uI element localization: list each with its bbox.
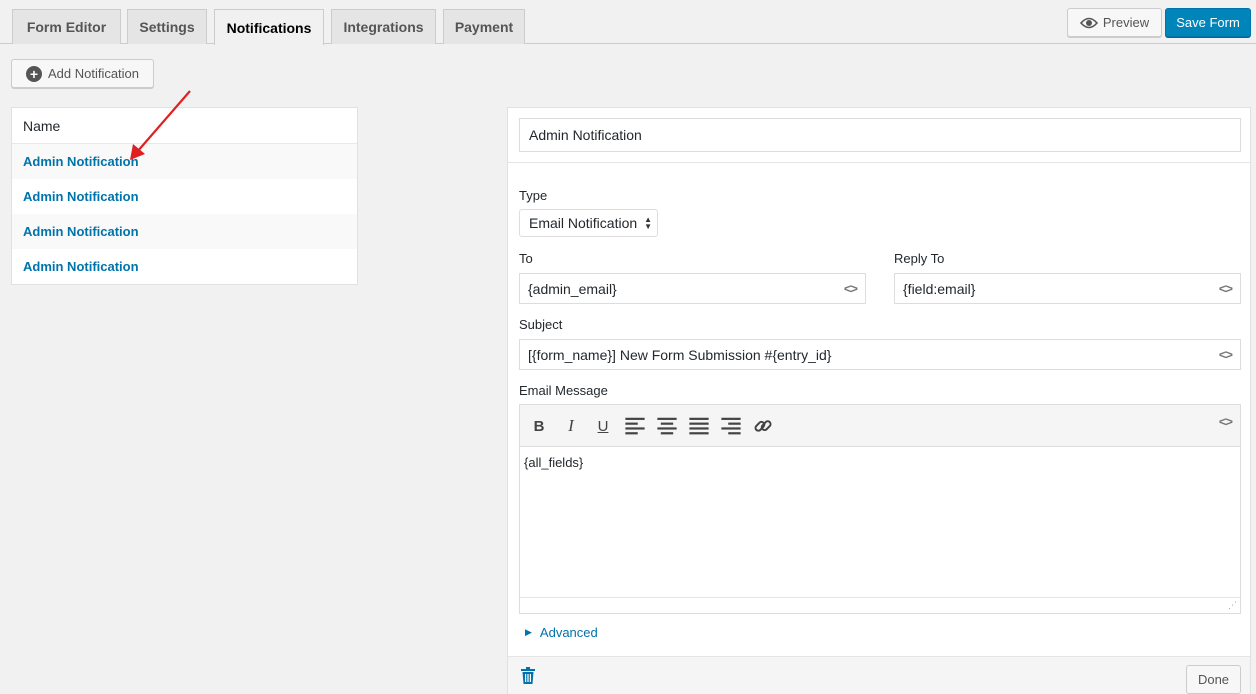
code-icon[interactable]: <>: [1219, 414, 1233, 429]
save-form-button[interactable]: Save Form: [1165, 8, 1251, 37]
tab-payment[interactable]: Payment: [443, 9, 525, 44]
email-message-editor[interactable]: B I U <> {all_fields} ⋰: [519, 404, 1241, 614]
to-label: To: [519, 251, 533, 266]
preview-label: Preview: [1102, 15, 1150, 30]
eye-icon: [1079, 17, 1098, 28]
to-value: {admin_email}: [528, 280, 617, 297]
reply-to-label: Reply To: [894, 251, 945, 266]
code-icon[interactable]: <>: [1219, 347, 1233, 362]
type-select-value: Email Notification: [529, 215, 638, 231]
code-icon[interactable]: <>: [844, 281, 858, 296]
align-right-icon[interactable]: [720, 416, 742, 436]
email-message-label: Email Message: [519, 383, 608, 398]
align-center-icon[interactable]: [656, 416, 678, 436]
notification-name-input[interactable]: Admin Notification: [519, 118, 1241, 152]
to-input[interactable]: {admin_email} <>: [519, 273, 866, 304]
subject-value: [{form_name}] New Form Submission #{entr…: [528, 346, 832, 363]
reply-to-value: {field:email}: [903, 280, 976, 297]
underline-icon[interactable]: U: [592, 416, 614, 436]
select-arrows-icon: ▲ ▼: [644, 215, 652, 231]
bold-icon[interactable]: B: [528, 416, 550, 436]
tab-settings[interactable]: Settings: [127, 9, 207, 44]
italic-icon[interactable]: I: [560, 416, 582, 436]
tab-integrations[interactable]: Integrations: [331, 9, 436, 44]
resize-grip-icon[interactable]: ⋰: [1228, 600, 1237, 611]
trash-icon[interactable]: [520, 667, 536, 685]
type-select[interactable]: Email Notification ▲ ▼: [519, 209, 658, 237]
advanced-label: Advanced: [539, 625, 598, 640]
editor-statusbar: ⋰: [520, 597, 1240, 613]
editor-toolbar: B I U <>: [520, 405, 1240, 447]
annotation-arrow-icon: [130, 90, 191, 160]
code-icon[interactable]: <>: [1219, 281, 1233, 296]
add-notification-label: Add Notification: [47, 66, 140, 81]
tab-notifications[interactable]: Notifications: [214, 9, 324, 45]
editor-footer: Done: [508, 656, 1250, 694]
align-left-icon[interactable]: [624, 416, 646, 436]
notification-editor: Admin Notification Type Email Notificati…: [507, 107, 1251, 694]
reply-to-input[interactable]: {field:email} <>: [894, 273, 1241, 304]
align-justify-icon[interactable]: [688, 416, 710, 436]
list-item[interactable]: Admin Notification: [12, 214, 357, 249]
plus-circle-icon: +: [25, 65, 42, 82]
list-item[interactable]: Admin Notification: [12, 249, 357, 284]
tab-form-editor[interactable]: Form Editor: [12, 9, 121, 44]
preview-button[interactable]: Preview: [1067, 8, 1162, 37]
triangle-right-icon: ▶: [525, 627, 532, 637]
type-label: Type: [519, 188, 548, 203]
divider: [508, 162, 1250, 163]
add-notification-button[interactable]: + Add Notification: [11, 59, 154, 88]
subject-input[interactable]: [{form_name}] New Form Submission #{entr…: [519, 339, 1241, 370]
list-item[interactable]: Admin Notification: [12, 179, 357, 214]
advanced-toggle[interactable]: ▶ Advanced: [525, 625, 598, 640]
done-button[interactable]: Done: [1186, 665, 1241, 694]
email-message-content[interactable]: {all_fields}: [520, 447, 1240, 478]
subject-label: Subject: [519, 317, 563, 332]
link-icon[interactable]: [752, 416, 774, 436]
